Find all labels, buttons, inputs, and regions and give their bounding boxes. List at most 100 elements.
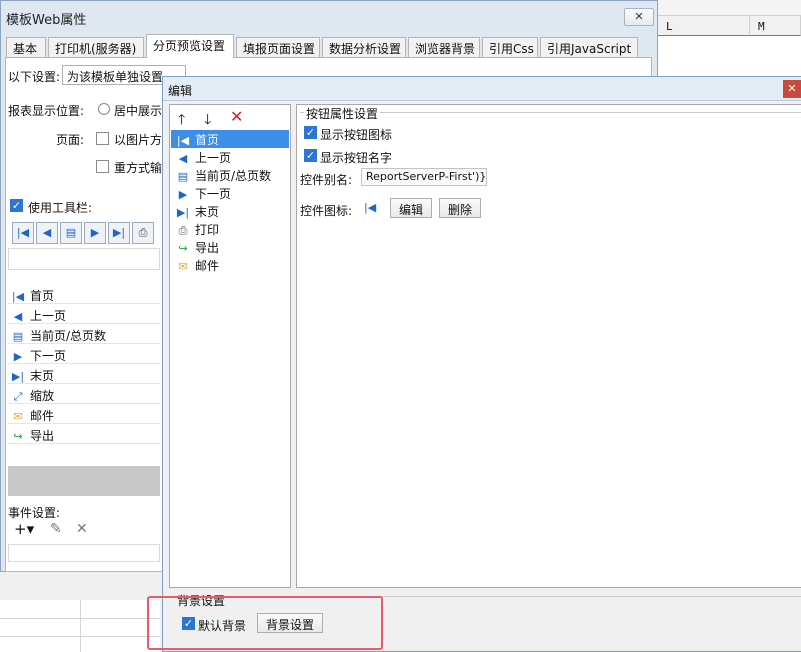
list-item[interactable]: ⎙ 打印: [171, 220, 289, 238]
icon-label: 控件图标:: [300, 204, 353, 218]
first-page-icon[interactable]: |◀: [12, 222, 34, 244]
list-item[interactable]: ⤢ 缩放: [8, 384, 160, 404]
button-list: 🡑 🡓 ✕ |◀ 首页 ◀ 上一页 ▤ 当前页/总页数 ▶ 下一页 ▶| 末页 ⎙ 打印 ↪…: [169, 104, 291, 588]
list-item-label: 邮件: [30, 409, 55, 423]
delete-icon-button[interactable]: 删除: [439, 198, 482, 218]
tab-browser-bg[interactable]: 浏览器背景: [408, 37, 480, 57]
list-item-label: 邮件: [195, 259, 220, 273]
first-page-icon: |◀: [176, 134, 190, 147]
tab-css[interactable]: 引用Css: [482, 37, 538, 57]
image-mode-label: 以图片方: [114, 133, 163, 147]
column-header-l[interactable]: L: [658, 16, 750, 36]
last-page-icon: ▶|: [176, 206, 190, 219]
zoom-icon: ⤢: [13, 390, 23, 403]
image-mode-checkbox[interactable]: [96, 132, 109, 145]
close-button[interactable]: ✕: [624, 8, 654, 26]
mail-icon: ✉: [13, 410, 23, 423]
next-page-icon: ▶: [178, 188, 188, 201]
tab-basic[interactable]: 基本: [6, 37, 46, 57]
list-item[interactable]: ✉ 邮件: [8, 404, 160, 424]
reflow-checkbox[interactable]: [96, 160, 109, 173]
page-count-icon: ▤: [177, 170, 189, 183]
list-item-label: 末页: [195, 205, 220, 219]
export-icon: ↪: [178, 242, 188, 255]
event-list[interactable]: [8, 544, 160, 562]
page-count-icon: ▤: [12, 330, 24, 343]
use-toolbar-label: 使用工具栏:: [28, 201, 93, 215]
props-group-title: 按钮属性设置: [304, 105, 381, 122]
toolbar-preview: |◀ ◀ ▤ ▶ ▶| ⎙: [10, 222, 160, 244]
page-count-icon[interactable]: ▤: [60, 222, 82, 244]
close-icon[interactable]: ✕: [783, 80, 801, 98]
alias-input[interactable]: ReportServerP-First')}: [361, 168, 487, 186]
list-item-label: 下一页: [195, 187, 232, 201]
list-item-label: 当前页/总页数: [30, 329, 107, 343]
list-item-label: 导出: [195, 241, 220, 255]
export-icon: ↪: [13, 430, 23, 443]
tab-printer[interactable]: 打印机(服务器): [48, 37, 144, 57]
edit-dialog-title: 编辑: [168, 84, 193, 98]
list-item-label: 下一页: [30, 349, 67, 363]
list-item-label: 首页: [30, 289, 55, 303]
list-item-label: 当前页/总页数: [195, 169, 272, 183]
list-item[interactable]: ↪ 导出: [171, 238, 289, 256]
tab-javascript[interactable]: 引用JavaScript: [540, 37, 638, 57]
highlight-box: [147, 596, 383, 650]
grid-line: [80, 600, 81, 652]
next-page-icon: ▶: [13, 350, 23, 363]
list-item[interactable]: ▶| 末页: [171, 202, 289, 220]
reflow-label: 重方式输: [114, 161, 163, 175]
add-icon[interactable]: +▾: [14, 520, 34, 538]
list-footer-bar: [8, 466, 160, 496]
print-icon[interactable]: ⎙: [132, 222, 154, 244]
center-radio[interactable]: [98, 103, 110, 115]
list-item[interactable]: ◀ 上一页: [8, 304, 160, 324]
dialog-title: 模板Web属性: [6, 13, 87, 28]
list-item-label: 末页: [30, 369, 55, 383]
prev-page-icon: ◀: [13, 310, 23, 323]
edit-icon[interactable]: ✎: [50, 521, 62, 537]
first-page-icon: |◀: [364, 201, 377, 214]
last-page-icon[interactable]: ▶|: [108, 222, 130, 244]
list-item-label: 上一页: [30, 309, 67, 323]
list-item[interactable]: ▤ 当前页/总页数: [171, 166, 289, 184]
event-settings-label: 事件设置:: [8, 506, 61, 520]
tab-data-analysis[interactable]: 数据分析设置: [322, 37, 406, 57]
list-item-label: 上一页: [195, 151, 232, 165]
report-position-label: 报表显示位置:: [8, 104, 85, 118]
delete-icon[interactable]: ✕: [76, 521, 88, 537]
list-item[interactable]: ▶ 下一页: [8, 344, 160, 364]
prev-page-icon: ◀: [178, 152, 188, 165]
show-name-checkbox[interactable]: ✓: [304, 149, 317, 162]
next-page-icon[interactable]: ▶: [84, 222, 106, 244]
spreadsheet-toolbar-strip: [656, 0, 801, 16]
column-header-m[interactable]: M: [750, 16, 801, 36]
center-radio-label: 居中展示: [114, 104, 163, 118]
list-item-label: 打印: [195, 223, 220, 237]
show-icon-checkbox[interactable]: ✓: [304, 126, 317, 139]
show-name-label: 显示按钮名字: [320, 151, 393, 165]
list-item[interactable]: |◀ 首页: [8, 284, 160, 304]
show-icon-label: 显示按钮图标: [320, 128, 393, 142]
list-item-label: 缩放: [30, 389, 55, 403]
tab-fill-page[interactable]: 填报页面设置: [236, 37, 320, 57]
list-item[interactable]: ◀ 上一页: [171, 148, 289, 166]
mail-icon: ✉: [178, 260, 188, 273]
list-item[interactable]: ↪ 导出: [8, 424, 160, 444]
page-label: 页面:: [56, 133, 85, 147]
settings-label: 以下设置:: [8, 70, 61, 84]
edit-icon-button[interactable]: 编辑: [390, 198, 433, 218]
list-item[interactable]: |◀ 首页: [171, 130, 289, 148]
settings-select-value: 为该模板单独设置: [67, 70, 164, 84]
list-item[interactable]: ✉ 邮件: [171, 256, 289, 274]
list-item[interactable]: ▤ 当前页/总页数: [8, 324, 160, 344]
toolbar-item-list: |◀ 首页 ◀ 上一页 ▤ 当前页/总页数 ▶ 下一页 ▶| 末页 ⤢ 缩放 ✉ 邮件 ↪ 导出: [8, 284, 160, 464]
toolbar-drop-area[interactable]: [8, 248, 160, 270]
list-item[interactable]: ▶ 下一页: [171, 184, 289, 202]
remove-icon[interactable]: ✕: [230, 107, 243, 126]
list-item[interactable]: ▶| 末页: [8, 364, 160, 384]
use-toolbar-checkbox[interactable]: ✓: [10, 199, 23, 212]
tab-page-preview[interactable]: 分页预览设置: [146, 34, 234, 58]
list-item-label: 首页: [195, 133, 220, 147]
prev-page-icon[interactable]: ◀: [36, 222, 58, 244]
